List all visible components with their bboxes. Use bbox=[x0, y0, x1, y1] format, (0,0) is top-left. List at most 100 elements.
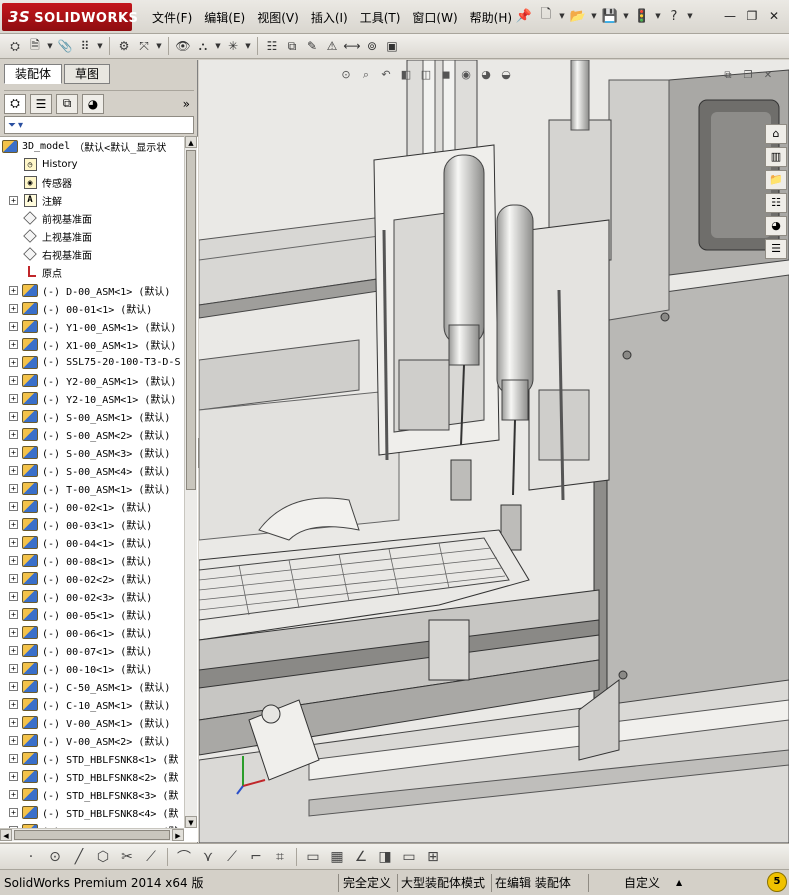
expand-toggle-icon[interactable]: + bbox=[9, 735, 18, 745]
view-single-icon[interactable]: ▭ bbox=[398, 847, 420, 867]
filter-dropdown-icon[interactable]: ▾ bbox=[18, 120, 23, 131]
rebuild-traffic-light-icon[interactable]: 🚦 bbox=[632, 6, 652, 26]
tree-item-component[interactable]: + (-) S-00_ASM<4> (默认) bbox=[0, 461, 170, 479]
mirror-icon[interactable]: ⋎ bbox=[197, 847, 219, 867]
expand-toggle-icon[interactable]: + bbox=[9, 717, 18, 727]
instant3d-icon[interactable]: ▣ bbox=[383, 37, 401, 55]
expand-toggle-icon[interactable]: + bbox=[9, 321, 18, 331]
tree-item-component[interactable]: + (-) 00-08<1> (默认) bbox=[0, 551, 152, 569]
interference-detection-icon[interactable]: ⚠ bbox=[323, 37, 341, 55]
tree-item-component[interactable]: + (-) S-00_ASM<3> (默认) bbox=[0, 443, 170, 461]
property-manager-icon[interactable]: ☰ bbox=[30, 93, 52, 114]
display-manager-icon[interactable]: ◕ bbox=[82, 93, 104, 114]
scroll-up-icon[interactable]: ▲ bbox=[185, 136, 197, 148]
clearance-verification-icon[interactable]: ⟷ bbox=[343, 37, 361, 55]
tree-item-feature[interactable]: 右视基准面 bbox=[0, 245, 92, 263]
expand-toggle-icon[interactable]: + bbox=[9, 555, 18, 565]
save-icon[interactable]: 💾 bbox=[600, 6, 620, 26]
menu-window[interactable]: 窗口(W) bbox=[406, 9, 463, 27]
smart-dimension-icon[interactable]: ⌗ bbox=[269, 847, 291, 867]
tree-item-component[interactable]: + (-) STD_HBLFSNK8<2> (默 bbox=[0, 767, 178, 785]
edit-appearance-icon[interactable]: ◕ bbox=[479, 68, 493, 82]
expand-toggle-icon[interactable]: + bbox=[9, 411, 18, 421]
open-dropdown-icon[interactable]: ▼ bbox=[590, 6, 598, 26]
mate-icon[interactable]: 📎 bbox=[56, 37, 74, 55]
view-palette-icon[interactable]: ☷ bbox=[765, 193, 787, 213]
viewport-close-icon[interactable]: ✕ bbox=[761, 70, 775, 82]
tree-item-component[interactable]: + (-) D-00_ASM<1> (默认) bbox=[0, 281, 170, 299]
reference-dropdown-icon[interactable]: ▼ bbox=[244, 36, 252, 56]
help-badge-icon[interactable]: 5 bbox=[767, 872, 787, 892]
tree-item-component[interactable]: + (-) 00-02<2> (默认) bbox=[0, 569, 152, 587]
tree-filter[interactable]: ⏷ ▾ bbox=[4, 116, 194, 134]
expand-toggle-icon[interactable]: + bbox=[9, 285, 18, 295]
horizontal-scroll-thumb[interactable] bbox=[14, 830, 170, 840]
status-large-assembly-mode[interactable]: 大型装配体模式 bbox=[401, 874, 485, 892]
move-component-icon[interactable]: ⤧ bbox=[135, 37, 153, 55]
scroll-left-icon[interactable]: ◀ bbox=[0, 829, 12, 841]
expand-toggle-icon[interactable]: + bbox=[9, 591, 18, 601]
expand-toggle-icon[interactable]: + bbox=[9, 519, 18, 529]
features-dropdown-icon[interactable]: ▼ bbox=[214, 36, 222, 56]
view-four-icon[interactable]: ⊞ bbox=[422, 847, 444, 867]
tree-item-component[interactable]: + (-) S-00_ASM<2> (默认) bbox=[0, 425, 170, 443]
expand-toggle-icon[interactable]: + bbox=[9, 753, 18, 763]
extend-icon[interactable]: ⟋ bbox=[140, 847, 162, 867]
trim-icon[interactable]: ✂ bbox=[116, 847, 138, 867]
offset-icon[interactable]: ⌒ bbox=[173, 847, 195, 867]
expand-toggle-icon[interactable]: + bbox=[9, 375, 18, 385]
tree-item-component[interactable]: + (-) V-00_ASM<2> (默认) bbox=[0, 731, 170, 749]
convert-entities-icon[interactable]: ⟋ bbox=[221, 847, 243, 867]
previous-view-icon[interactable]: ↶ bbox=[379, 68, 393, 82]
menu-edit[interactable]: 编辑(E) bbox=[198, 9, 251, 27]
tree-item-feature[interactable]: + A 注解 bbox=[0, 191, 62, 209]
exploded-view-icon[interactable]: ⧉ bbox=[283, 37, 301, 55]
units-dropdown-icon[interactable]: ▲ bbox=[676, 874, 682, 892]
tab-assembly[interactable]: 装配体 bbox=[4, 64, 63, 84]
solidworks-logo[interactable]: 3S SOLIDWORKS bbox=[2, 3, 138, 31]
filter-funnel-icon[interactable]: ⏷ bbox=[8, 120, 16, 131]
smart-fasteners-icon[interactable]: ⚙ bbox=[115, 37, 133, 55]
expand-toggle-icon[interactable]: + bbox=[9, 195, 18, 205]
corner-rectangle-icon[interactable]: ⌐ bbox=[245, 847, 267, 867]
expand-toggle-icon[interactable]: + bbox=[9, 681, 18, 691]
design-library-icon[interactable]: ▥ bbox=[765, 147, 787, 167]
tree-item-component[interactable]: + (-) C-10_ASM<1> (默认) bbox=[0, 695, 170, 713]
snap-grid-icon[interactable]: ▦ bbox=[326, 847, 348, 867]
feature-manager-icon[interactable]: ⛭ bbox=[4, 93, 26, 114]
circle-icon[interactable]: ⊙ bbox=[44, 847, 66, 867]
expand-toggle-icon[interactable]: + bbox=[9, 627, 18, 637]
move-dropdown-icon[interactable]: ▼ bbox=[155, 36, 163, 56]
expand-toggle-icon[interactable]: + bbox=[9, 771, 18, 781]
options-dropdown-icon[interactable]: ▼ bbox=[654, 6, 662, 26]
file-explorer-icon[interactable]: 📁 bbox=[765, 170, 787, 190]
tree-item-component[interactable]: + (-) X1-00_ASM<1> (默认) bbox=[0, 335, 176, 353]
tree-item-component[interactable]: + (-) 00-02<1> (默认) bbox=[0, 497, 152, 515]
angle-icon[interactable]: ∠ bbox=[350, 847, 372, 867]
tree-item-component[interactable]: + (-) STD_HBLFSNK8<1> (默 bbox=[0, 749, 178, 767]
menu-insert[interactable]: 插入(I) bbox=[305, 9, 354, 27]
expand-toggle-icon[interactable]: + bbox=[9, 465, 18, 475]
tree-item-component[interactable]: + (-) SSL75-20-100-T3-D-S bbox=[0, 353, 180, 371]
expand-toggle-icon[interactable]: + bbox=[9, 663, 18, 673]
scroll-right-icon[interactable]: ▶ bbox=[172, 829, 184, 841]
home-icon[interactable]: ⌂ bbox=[765, 124, 787, 144]
pin-icon[interactable]: 📌 bbox=[514, 6, 534, 26]
expand-toggle-icon[interactable]: + bbox=[9, 789, 18, 799]
help-dropdown-icon[interactable]: ▼ bbox=[686, 6, 694, 26]
expand-toggle-icon[interactable]: + bbox=[9, 609, 18, 619]
scroll-down-icon[interactable]: ▼ bbox=[185, 816, 197, 828]
custom-properties-icon[interactable]: ☰ bbox=[765, 239, 787, 259]
configuration-manager-icon[interactable]: ⧉ bbox=[56, 93, 78, 114]
menu-file[interactable]: 文件(F) bbox=[146, 9, 198, 27]
tree-item-component[interactable]: + (-) T-00_ASM<1> (默认) bbox=[0, 479, 170, 497]
new-part-icon[interactable]: 🗎 bbox=[26, 37, 44, 55]
zoom-area-icon[interactable]: ⌕ bbox=[359, 68, 373, 82]
tree-item-feature[interactable]: 原点 bbox=[0, 263, 62, 281]
show-hidden-icon[interactable]: 👁 bbox=[174, 37, 192, 55]
expand-toggle-icon[interactable]: + bbox=[9, 483, 18, 493]
tree-item-component[interactable]: + (-) 00-01<1> (默认) bbox=[0, 299, 152, 317]
save-dropdown-icon[interactable]: ▼ bbox=[622, 6, 630, 26]
minimize-icon[interactable]: — bbox=[721, 8, 739, 24]
tree-item-component[interactable]: + (-) S-00_ASM<1> (默认) bbox=[0, 407, 170, 425]
